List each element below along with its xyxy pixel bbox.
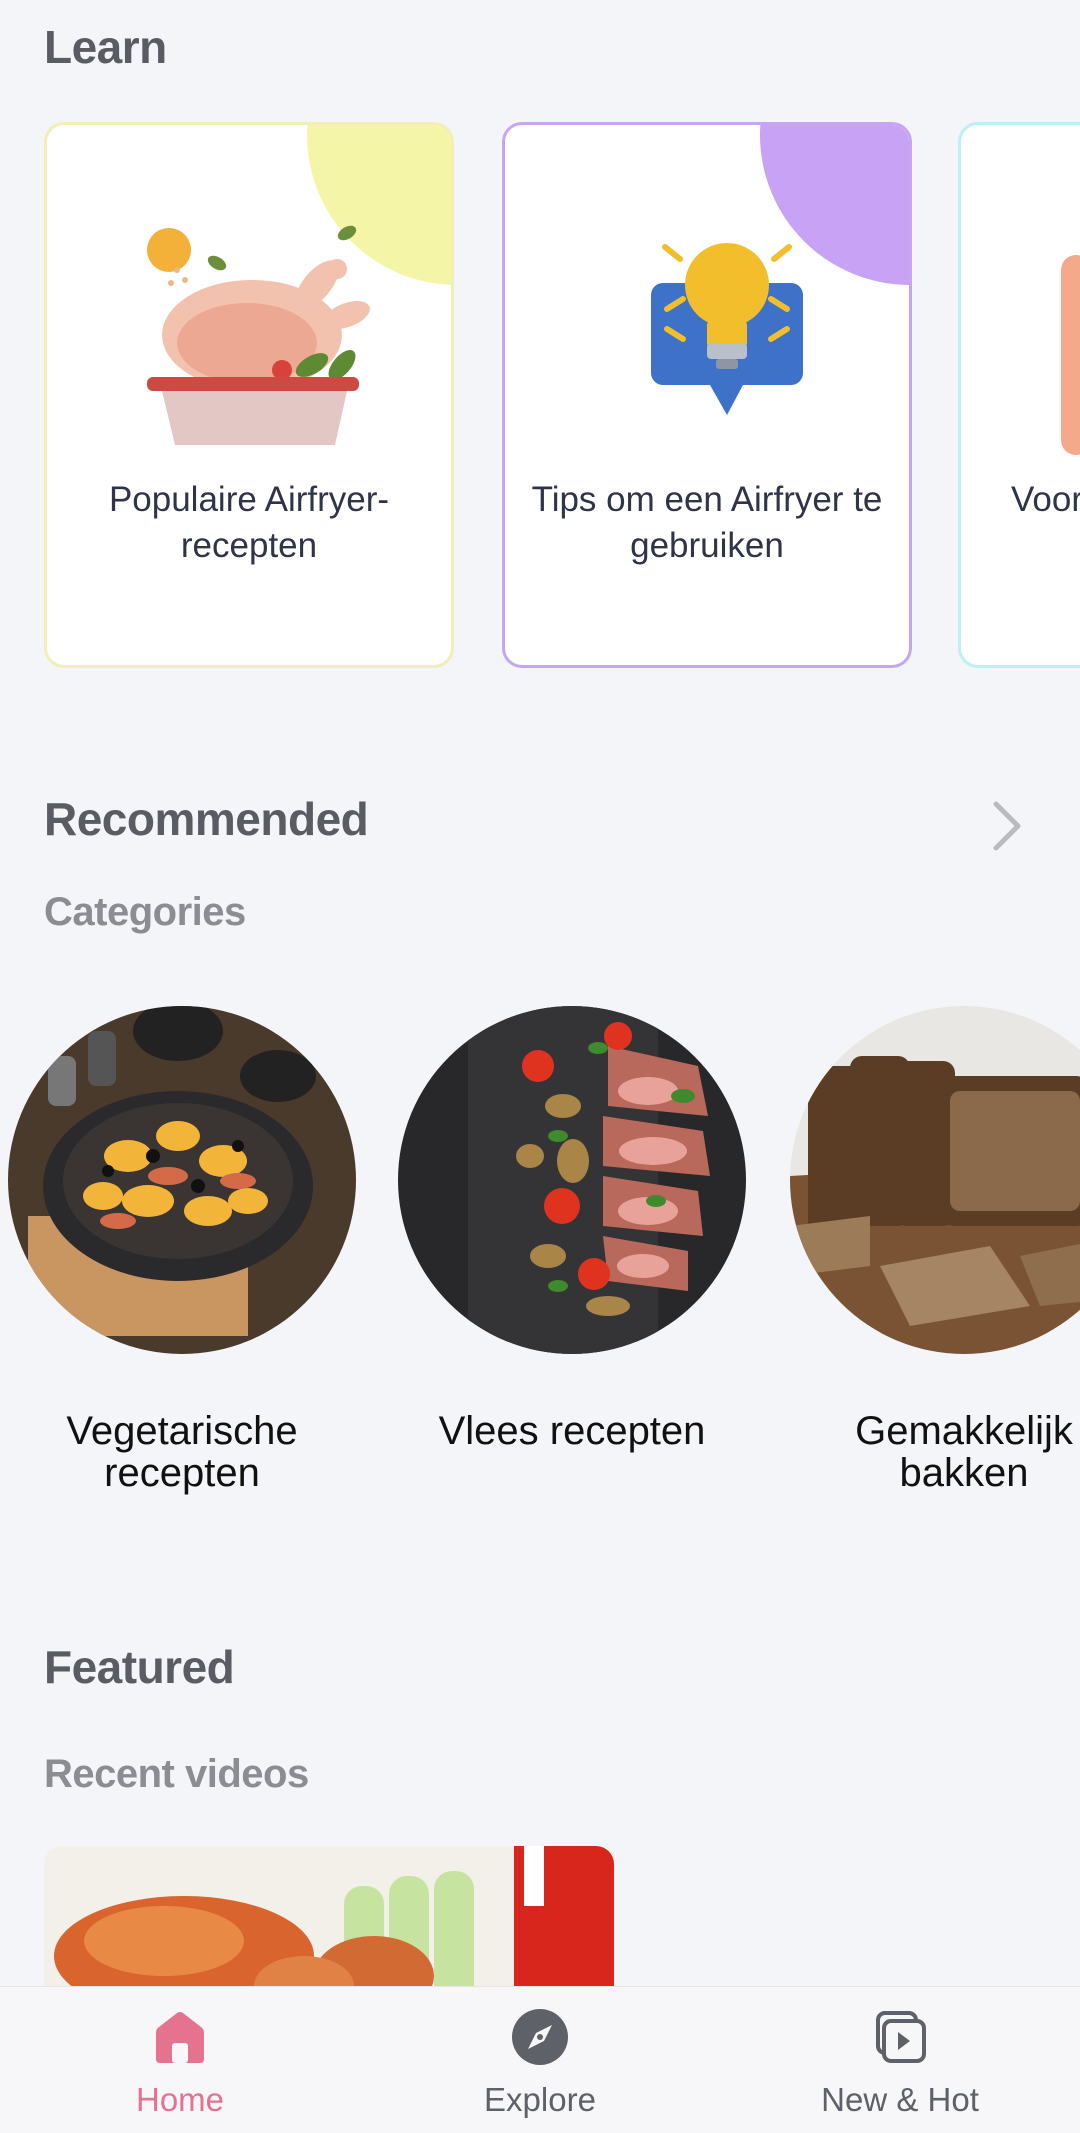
featured-title: Featured	[44, 1641, 235, 1693]
home-icon	[156, 2012, 204, 2063]
learn-card-airfryer-tips[interactable]: Tips om een Airfryer te gebruiken	[502, 122, 912, 668]
nav-home[interactable]: Home	[30, 1987, 330, 2133]
recommended-title: Recommended	[44, 793, 369, 845]
nav-new-hot[interactable]: New & Hot	[750, 1987, 1050, 2133]
categories-carousel[interactable]: Vegetarische recepten Vlees recepten Gem…	[0, 1006, 1080, 1526]
category-baking[interactable]: Gemakkelijk bakken	[790, 1006, 1080, 1494]
learn-card-label: Voor gel	[1011, 480, 1080, 519]
compass-icon	[512, 2009, 568, 2065]
categories-subtitle: Categories	[44, 890, 246, 934]
card-illustration	[1061, 255, 1080, 455]
category-image	[398, 1006, 746, 1354]
nav-explore[interactable]: Explore	[390, 1987, 690, 2133]
nav-explore-label: Explore	[484, 2081, 596, 2118]
nav-new-hot-label: New & Hot	[821, 2081, 979, 2118]
category-image	[8, 1006, 356, 1354]
chevron-right-icon[interactable]	[988, 798, 1028, 854]
category-label: Vegetarische recepten	[66, 1409, 298, 1495]
category-meat[interactable]: Vlees recepten	[398, 1006, 746, 1452]
learn-card-partial[interactable]: Voor gel	[958, 122, 1080, 668]
category-image	[790, 1006, 1080, 1354]
learn-card-label: Populaire Airfryer-recepten	[108, 480, 390, 565]
recent-videos-subtitle: Recent videos	[44, 1752, 309, 1796]
category-label: Gemakkelijk bakken	[855, 1409, 1073, 1495]
video-stack-icon	[876, 2011, 926, 2063]
lightbulb-tip-icon	[651, 243, 803, 415]
bottom-navigation: Home Explore New & Hot	[0, 1986, 1080, 2133]
video-thumbnail[interactable]	[44, 1846, 614, 2006]
learn-card-label: Tips om een Airfryer te gebruiken	[531, 480, 883, 565]
learn-card-popular-recipes[interactable]: Populaire Airfryer-recepten	[44, 122, 454, 668]
learn-title: Learn	[44, 21, 167, 73]
nav-home-label: Home	[135, 2081, 225, 2118]
category-vegetarian[interactable]: Vegetarische recepten	[8, 1006, 356, 1494]
learn-carousel[interactable]: Populaire Airfryer-recepten Tips om een …	[44, 122, 1080, 674]
category-label: Vlees recepten	[438, 1409, 706, 1453]
roast-chicken-icon	[147, 225, 370, 445]
